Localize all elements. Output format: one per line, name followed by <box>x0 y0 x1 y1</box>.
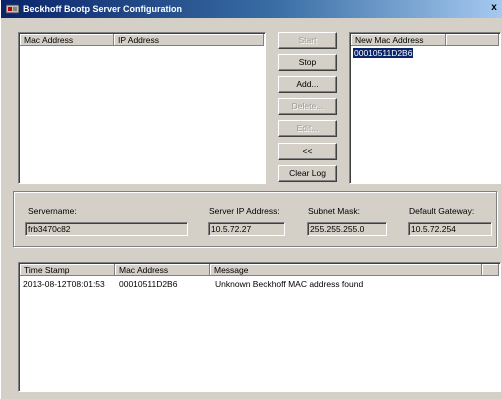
close-icon[interactable]: x <box>487 1 501 15</box>
subnet-mask-field[interactable]: 255.255.255.0 <box>307 222 387 236</box>
default-gateway-label: Default Gateway: <box>409 206 475 216</box>
add-button[interactable]: Add... <box>278 76 337 93</box>
servername-field[interactable]: frb3470c82 <box>25 222 188 236</box>
column-header-new-mac-address[interactable]: New Mac Address <box>351 34 446 46</box>
column-header-empty[interactable] <box>446 34 499 46</box>
app-icon <box>6 4 19 14</box>
new-mac-item-text: 00010511D2B6 <box>353 48 414 58</box>
edit-button[interactable]: Edit... <box>278 120 337 137</box>
bootp-config-window: Beckhoff Bootp Server Configuration x Ma… <box>0 0 502 399</box>
start-button[interactable]: Start <box>278 32 337 49</box>
mac-ip-list[interactable]: Mac Address IP Address <box>18 32 266 184</box>
list-item[interactable]: 00010511D2B6 <box>353 48 414 58</box>
title-bar[interactable]: Beckhoff Bootp Server Configuration x <box>1 0 502 18</box>
log-message-cell: Unknown Beckhoff MAC address found <box>215 279 364 289</box>
column-header-ip-address[interactable]: IP Address <box>114 34 264 46</box>
server-ip-label: Server IP Address: <box>209 206 280 216</box>
column-header-message[interactable]: Message <box>210 264 482 276</box>
column-header-empty[interactable] <box>482 264 499 276</box>
column-header-time-stamp[interactable]: Time Stamp <box>20 264 115 276</box>
log-list[interactable]: Time Stamp Mac Address Message 2013-08-1… <box>18 262 501 392</box>
servername-label: Servername: <box>28 206 77 216</box>
move-back-button[interactable]: << <box>278 143 337 160</box>
log-mac-cell: 00010511D2B6 <box>119 279 178 289</box>
clear-log-button[interactable]: Clear Log <box>278 165 337 182</box>
window-title: Beckhoff Bootp Server Configuration <box>23 4 183 14</box>
column-header-mac-address[interactable]: Mac Address <box>20 34 114 46</box>
server-info-group <box>13 191 497 247</box>
default-gateway-field[interactable]: 10.5.72.254 <box>408 222 492 236</box>
server-ip-field[interactable]: 10.5.72.27 <box>208 222 285 236</box>
column-header-mac-address[interactable]: Mac Address <box>115 264 210 276</box>
log-time-cell: 2013-08-12T08:01:53 <box>23 279 105 289</box>
stop-button[interactable]: Stop <box>278 54 337 71</box>
new-mac-list[interactable]: New Mac Address 00010511D2B6 <box>349 32 501 184</box>
delete-button[interactable]: Delete... <box>278 98 337 115</box>
subnet-mask-label: Subnet Mask: <box>308 206 360 216</box>
